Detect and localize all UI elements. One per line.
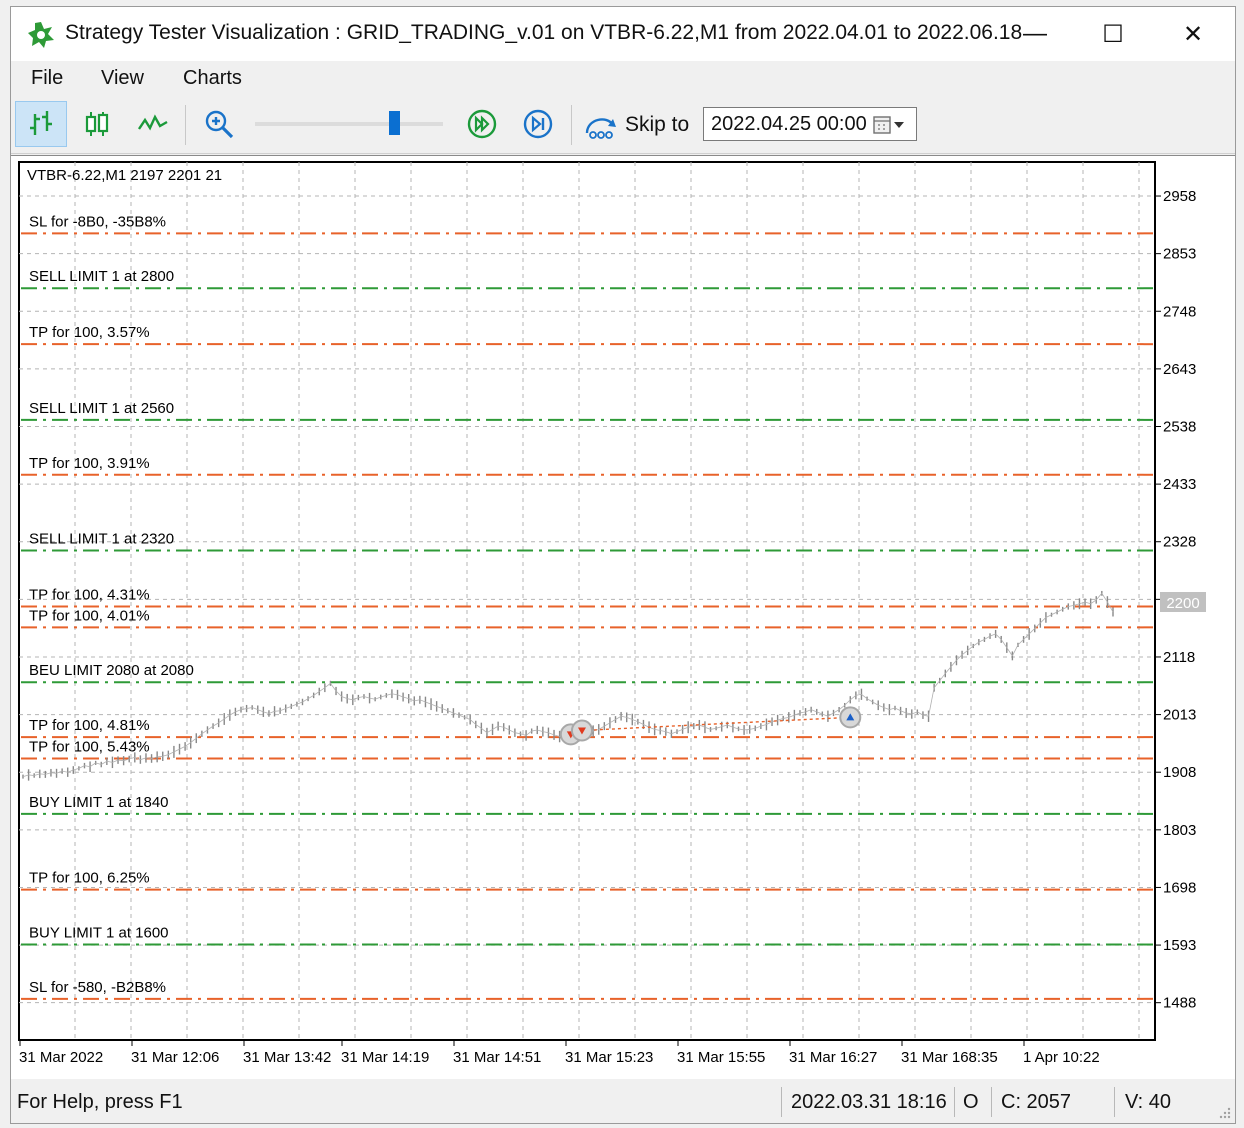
status-close: C: 2057 xyxy=(1001,1091,1072,1113)
skip-to-date-input[interactable]: 2022.04.25 00:00 xyxy=(703,107,917,141)
menu-charts[interactable]: Charts xyxy=(183,67,242,90)
y-tick-label: 2853 xyxy=(1163,246,1196,263)
x-tick-label: 31 Mar 15:23 xyxy=(565,1049,653,1066)
menu-bar: File View Charts xyxy=(11,61,1235,97)
minimize-button[interactable]: — xyxy=(1005,13,1065,55)
y-tick-label: 1908 xyxy=(1163,764,1196,781)
y-tick-label: 2748 xyxy=(1163,303,1196,320)
strategy-tester-window: Strategy Tester Visualization : GRID_TRA… xyxy=(10,6,1236,1124)
x-tick-label: 31 Mar 168:35 xyxy=(901,1049,998,1066)
skip-to-date-value: 2022.04.25 00:00 xyxy=(711,113,867,135)
level-label: SELL LIMIT 1 at 2800 xyxy=(29,268,174,285)
y-tick-label: 2118 xyxy=(1163,649,1195,666)
bar-chart-button[interactable] xyxy=(15,101,67,147)
candlestick-icon xyxy=(85,112,109,136)
status-help-text: For Help, press F1 xyxy=(17,1091,183,1113)
price-segment xyxy=(274,710,281,712)
calendar-dropdown-icon[interactable] xyxy=(872,115,910,135)
plot-frame xyxy=(18,161,1156,1041)
level-label: BEU LIMIT 2080 at 2080 xyxy=(29,662,194,679)
status-separator xyxy=(1114,1087,1115,1117)
close-button[interactable]: ✕ xyxy=(1163,13,1223,55)
title-bar[interactable]: Strategy Tester Visualization : GRID_TRA… xyxy=(11,7,1235,61)
speed-slider-thumb[interactable] xyxy=(389,111,400,135)
resize-grip-icon[interactable] xyxy=(1217,1105,1231,1119)
status-separator xyxy=(954,1087,955,1117)
status-open: O xyxy=(963,1091,979,1113)
line-chart-icon xyxy=(138,114,168,131)
level-label: TP for 100, 6.25% xyxy=(29,870,150,887)
x-tick-label: 31 Mar 14:51 xyxy=(453,1049,541,1066)
y-tick-label: 2958 xyxy=(1163,188,1196,205)
status-separator xyxy=(781,1087,782,1117)
zoom-in-button[interactable] xyxy=(193,101,245,147)
x-tick-label: 31 Mar 14:19 xyxy=(341,1049,429,1066)
zoom-in-icon xyxy=(205,110,234,139)
toolbar: Skip to 2022.04.25 00:00 xyxy=(11,97,1235,154)
skip-end-button[interactable] xyxy=(512,101,564,147)
current-price-tag: 2200 xyxy=(1166,595,1199,612)
level-label: TP for 100, 3.91% xyxy=(29,455,150,472)
level-label: TP for 100, 5.43% xyxy=(29,738,150,755)
fast-forward-icon xyxy=(467,109,497,139)
level-label: TP for 100, 3.57% xyxy=(29,324,150,341)
price-segment xyxy=(117,759,124,762)
price-segment xyxy=(50,772,57,774)
y-tick-label: 2643 xyxy=(1163,361,1196,378)
price-segment xyxy=(39,773,46,775)
level-label: TP for 100, 4.01% xyxy=(29,607,150,624)
y-tick-label: 2433 xyxy=(1163,476,1196,493)
price-segment xyxy=(744,729,750,731)
y-tick-label: 2538 xyxy=(1163,418,1196,435)
level-label: TP for 100, 4.31% xyxy=(29,586,150,603)
toolbar-separator xyxy=(185,105,186,145)
y-tick-label: 2013 xyxy=(1163,707,1196,724)
y-tick-label: 2328 xyxy=(1163,534,1196,551)
x-tick-label: 31 Mar 16:27 xyxy=(789,1049,877,1066)
y-tick-label: 1488 xyxy=(1163,995,1196,1012)
status-volume: V: 40 xyxy=(1125,1091,1171,1113)
app-logo-icon xyxy=(28,22,54,48)
level-label: BUY LIMIT 1 at 1840 xyxy=(29,794,169,811)
candlestick-button[interactable] xyxy=(71,101,123,147)
fast-forward-button[interactable] xyxy=(456,101,508,147)
y-tick-label: 1593 xyxy=(1163,937,1196,954)
maximize-button[interactable]: ☐ xyxy=(1083,13,1143,55)
status-datetime: 2022.03.31 18:16 xyxy=(791,1091,947,1113)
level-label: SL for -8B0, -35B8% xyxy=(29,213,166,230)
skip-to-label[interactable]: Skip to xyxy=(625,113,689,137)
chart-area[interactable]: SL for -8B0, -35B8% SELL LIMIT 1 at 2800 T… xyxy=(11,155,1235,1081)
speed-slider[interactable] xyxy=(255,122,443,126)
x-tick-label: 31 Mar 15:55 xyxy=(677,1049,765,1066)
x-tick-label: 31 Mar 12:06 xyxy=(131,1049,219,1066)
level-label: SL for -580, -B2B8% xyxy=(29,979,166,996)
skip-to-icon[interactable] xyxy=(583,111,621,141)
skip-end-icon xyxy=(523,109,553,139)
level-label: TP for 100, 4.81% xyxy=(29,717,150,734)
x-tick-label: 31 Mar 13:42 xyxy=(243,1049,331,1066)
price-segment xyxy=(157,755,163,758)
x-tick-label: 1 Apr 10:22 xyxy=(1023,1049,1100,1066)
window-title: Strategy Tester Visualization : GRID_TRA… xyxy=(65,21,1023,44)
level-label: SELL LIMIT 1 at 2320 xyxy=(29,531,174,548)
status-bar: For Help, press F1 2022.03.31 18:16 O C:… xyxy=(11,1079,1235,1123)
level-label: BUY LIMIT 1 at 1600 xyxy=(29,925,169,942)
price-chart[interactable]: SL for -8B0, -35B8% SELL LIMIT 1 at 2800 T… xyxy=(11,156,1235,1080)
y-tick-label: 1803 xyxy=(1163,822,1196,839)
status-separator xyxy=(991,1087,992,1117)
bar-chart-icon xyxy=(30,111,52,135)
toolbar-separator xyxy=(571,105,572,145)
menu-file[interactable]: File xyxy=(31,67,63,90)
price-segment xyxy=(145,757,152,759)
y-tick-label: 1698 xyxy=(1163,879,1196,896)
level-label: SELL LIMIT 1 at 2560 xyxy=(29,400,174,417)
x-tick-label: 31 Mar 2022 xyxy=(19,1049,103,1066)
line-chart-button[interactable] xyxy=(127,101,179,147)
menu-view[interactable]: View xyxy=(101,67,144,90)
chart-header: VTBR-6.22,M1 2197 2201 21 xyxy=(27,167,222,184)
price-segment xyxy=(28,774,35,776)
